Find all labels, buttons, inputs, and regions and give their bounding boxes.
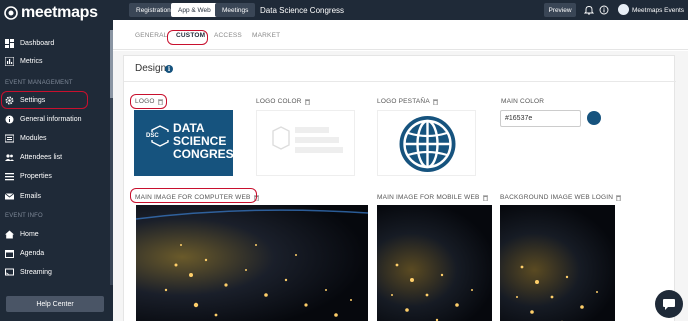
logo-badge-text: DSC xyxy=(146,133,159,139)
logo-line-3: CONGRESS xyxy=(173,147,233,161)
trash-icon[interactable] xyxy=(616,195,622,201)
sidebar-item-label: Dashboard xyxy=(20,39,55,47)
tab-market[interactable]: MARKET xyxy=(252,20,280,50)
main-color-swatch[interactable] xyxy=(587,111,601,125)
main-image-web[interactable] xyxy=(136,205,368,321)
trash-icon[interactable] xyxy=(482,195,488,201)
avatar[interactable] xyxy=(618,4,629,15)
sidebar-item-label: Settings xyxy=(20,96,46,104)
sidebar-item-dashboard[interactable]: Dashboard xyxy=(0,35,108,51)
sidebar-item-emails[interactable]: Emails xyxy=(0,188,108,204)
logo-color-label-text: LOGO COLOR xyxy=(256,98,302,105)
trash-icon[interactable] xyxy=(432,99,438,105)
bg-image-login-label-text: BACKGROUND IMAGE WEB LOGIN xyxy=(500,194,614,201)
logo-tab-image[interactable] xyxy=(377,110,476,176)
sidebar-item-streaming[interactable]: Streaming xyxy=(0,264,108,280)
list-icon xyxy=(5,172,14,181)
settings-subtabs: GENERAL CUSTOM ACCESS MARKET xyxy=(113,20,688,50)
design-card: Design i LOGO DSC DATA SCIENCE CONGRESS … xyxy=(123,55,676,321)
sidebar-item-label: Metrics xyxy=(20,57,43,65)
trash-icon[interactable] xyxy=(157,99,163,105)
sidebar-item-label: General information xyxy=(20,115,82,123)
people-icon xyxy=(5,153,14,162)
logo-tab-label: LOGO PESTAÑA xyxy=(377,98,438,105)
sidebar: meetmaps Dashboard Metrics EVENT MANAGEM… xyxy=(0,0,113,321)
sidebar-item-agenda[interactable]: Agenda xyxy=(0,245,108,261)
meetmaps-logo-icon xyxy=(4,6,18,20)
chat-icon xyxy=(663,299,675,310)
logo-color-label: LOGO COLOR xyxy=(256,98,310,105)
home-icon xyxy=(5,230,14,239)
main-content: Design i LOGO DSC DATA SCIENCE CONGRESS … xyxy=(113,51,688,321)
user-name[interactable]: Meetmaps Events xyxy=(632,0,684,20)
sidebar-item-home[interactable]: Home xyxy=(0,226,108,242)
faded-logo-graphic xyxy=(272,126,343,153)
main-color-label: MAIN COLOR xyxy=(501,98,545,105)
sidebar-item-settings[interactable]: Settings xyxy=(0,92,108,108)
sidebar-item-properties[interactable]: Properties xyxy=(0,168,108,184)
trash-icon[interactable] xyxy=(304,99,310,105)
tab-custom[interactable]: CUSTOM xyxy=(176,20,205,50)
earth-night-graphic xyxy=(516,265,598,321)
metrics-icon xyxy=(5,56,14,66)
event-title: Data Science Congress xyxy=(260,5,345,15)
preview-button[interactable]: Preview xyxy=(544,3,576,17)
main-image-web-label-text: MAIN IMAGE FOR COMPUTER WEB xyxy=(135,194,251,201)
info-circle-icon[interactable] xyxy=(599,5,609,15)
top-bar: Registration App & Web Meetings Data Sci… xyxy=(113,0,688,20)
section-event-info: EVENT INFO xyxy=(5,213,43,219)
sidebar-item-label: Attendees list xyxy=(20,153,63,161)
section-title: Design xyxy=(135,63,167,74)
sidebar-item-label: Properties xyxy=(20,172,52,180)
earth-night-graphic xyxy=(391,263,473,321)
section-event-management: EVENT MANAGEMENT xyxy=(5,80,73,86)
app-name: meetmaps xyxy=(21,4,98,21)
logo-image[interactable]: DSC DATA SCIENCE CONGRESS xyxy=(134,110,233,176)
main-image-mobile-label-text: MAIN IMAGE FOR MOBILE WEB xyxy=(377,194,480,201)
main-image-web-label: MAIN IMAGE FOR COMPUTER WEB xyxy=(135,194,259,201)
logo-label: LOGO xyxy=(135,98,163,105)
main-image-mobile-label: MAIN IMAGE FOR MOBILE WEB xyxy=(377,194,488,201)
sidebar-item-label: Home xyxy=(20,230,39,238)
sidebar-item-modules[interactable]: Modules xyxy=(0,130,108,146)
sidebar-item-attendees[interactable]: Attendees list xyxy=(0,149,108,165)
sidebar-item-label: Agenda xyxy=(20,249,45,257)
bg-image-login[interactable] xyxy=(500,205,615,321)
app-logo[interactable]: meetmaps xyxy=(4,4,98,22)
dashboard-icon xyxy=(5,38,14,48)
bg-image-login-label: BACKGROUND IMAGE WEB LOGIN xyxy=(500,194,622,201)
tab-app-web[interactable]: App & Web xyxy=(171,3,218,17)
info-icon[interactable]: i xyxy=(165,65,173,73)
logo-tab-label-text: LOGO PESTAÑA xyxy=(377,98,430,105)
gear-icon xyxy=(5,96,14,105)
tab-general[interactable]: GENERAL xyxy=(135,20,167,50)
logo-color-image[interactable] xyxy=(256,110,355,176)
bell-icon[interactable] xyxy=(584,5,594,15)
main-color-input[interactable]: #16537e xyxy=(500,110,581,127)
sidebar-item-label: Streaming xyxy=(20,268,52,276)
tab-meetings[interactable]: Meetings xyxy=(215,3,256,17)
sidebar-item-label: Modules xyxy=(20,134,47,142)
mail-icon xyxy=(5,192,14,201)
earth-night-graphic xyxy=(136,209,368,317)
main-image-mobile[interactable] xyxy=(377,205,492,321)
help-center-button[interactable]: Help Center xyxy=(6,296,104,312)
modules-icon xyxy=(5,134,14,143)
trash-icon[interactable] xyxy=(253,195,259,201)
chat-button[interactable] xyxy=(655,290,683,318)
logo-label-text: LOGO xyxy=(135,98,155,105)
sidebar-item-label: Emails xyxy=(20,192,42,200)
sidebar-item-general-information[interactable]: General information xyxy=(0,111,108,127)
sidebar-item-metrics[interactable]: Metrics xyxy=(0,53,108,69)
globe-icon xyxy=(399,116,456,172)
streaming-icon xyxy=(5,268,14,277)
calendar-icon xyxy=(5,249,14,258)
design-header: Design i xyxy=(124,56,676,82)
tab-access[interactable]: ACCESS xyxy=(214,20,242,50)
info-icon xyxy=(5,115,14,124)
